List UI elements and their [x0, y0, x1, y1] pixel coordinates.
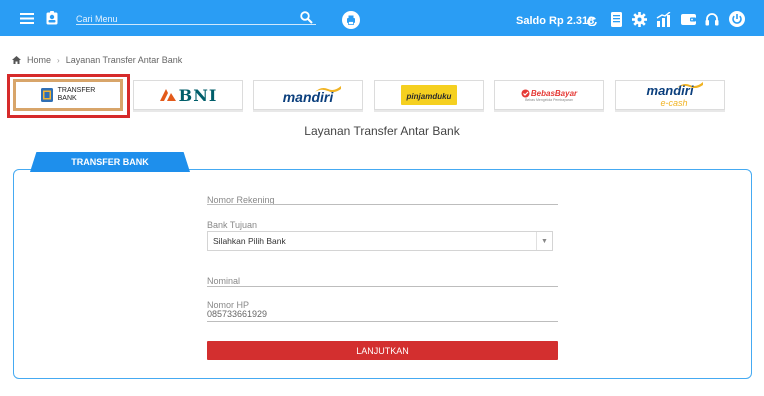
breadcrumb: Home › Layanan Transfer Antar Bank — [12, 55, 182, 65]
bebasbayar-logo-icon — [521, 89, 530, 97]
menu-icon[interactable] — [20, 13, 34, 24]
lanjutkan-button[interactable]: LANJUTKAN — [207, 341, 558, 360]
breadcrumb-home[interactable]: Home — [27, 55, 51, 65]
headset-icon[interactable] — [705, 12, 719, 26]
bebasbayar-logo-text: BebasBayar — [530, 88, 578, 98]
pinjamduku-logo-text: pinjamduku — [406, 92, 452, 101]
chart-icon[interactable] — [656, 12, 671, 27]
bni-logo-text: BNI — [178, 85, 218, 105]
chevron-down-icon[interactable]: ▼ — [536, 232, 552, 250]
bank-tujuan-select[interactable]: Silahkan Pilih Bank ▼ — [207, 231, 553, 251]
bank-option-mandiri[interactable]: mandiri — [253, 80, 363, 110]
nomor-hp-field[interactable]: 085733661929 — [207, 309, 267, 319]
bank-option-transfer-bank[interactable]: TRANSFER BANK — [13, 79, 123, 111]
nomor-hp-underline — [207, 321, 558, 322]
breadcrumb-current: Layanan Transfer Antar Bank — [65, 55, 183, 65]
wallet-icon[interactable] — [681, 14, 696, 25]
bank-option-pinjamduku[interactable]: pinjamduku — [374, 80, 484, 110]
search-icon[interactable] — [300, 11, 313, 24]
gear-icon[interactable] — [632, 12, 647, 27]
bank-option-mandiri-ecash[interactable]: mandiri e-cash — [615, 80, 725, 110]
breadcrumb-separator: › — [57, 55, 60, 65]
transfer-bank-logo-icon — [40, 88, 53, 102]
mandiri-logo-text: mandiri — [282, 88, 334, 105]
bank-tujuan-selected-value: Silahkan Pilih Bank — [213, 236, 286, 246]
transfer-bank-label-1: TRANSFER — [57, 87, 96, 94]
search-input[interactable]: Cari Menu — [76, 14, 118, 24]
bank-tujuan-label: Bank Tujuan — [207, 220, 258, 230]
page-title: Layanan Transfer Antar Bank — [304, 124, 460, 138]
power-icon[interactable] — [729, 11, 745, 27]
bank-option-bebasbayar[interactable]: BebasBayar Bebas Mengelola Pembayaran — [494, 80, 604, 110]
document-icon[interactable] — [611, 12, 622, 27]
nominal-field[interactable]: Nominal — [207, 276, 240, 286]
search-underline — [76, 24, 316, 25]
mandiri-ecash-sub: e-cash — [660, 97, 688, 108]
print-icon[interactable] — [342, 11, 360, 29]
saldo-balance: Saldo Rp 2.318 — [516, 15, 595, 27]
bni-logo-icon — [159, 89, 176, 101]
bank-option-bni[interactable]: BNI — [133, 80, 243, 110]
top-bar: Cari Menu Saldo Rp 2.318 — [0, 0, 764, 36]
tab-transfer-bank[interactable]: TRANSFER BANK — [30, 152, 190, 172]
home-icon[interactable] — [12, 56, 21, 64]
bebasbayar-tagline: Bebas Mengelola Pembayaran — [525, 97, 573, 102]
refresh-icon[interactable] — [587, 16, 597, 26]
nominal-underline — [207, 286, 558, 287]
contact-card-icon[interactable] — [46, 11, 58, 25]
mandiri-ecash-logo-text: mandiri — [646, 82, 694, 98]
nomor-rekening-underline — [207, 204, 558, 205]
transfer-bank-label-2: BANK — [57, 95, 77, 102]
